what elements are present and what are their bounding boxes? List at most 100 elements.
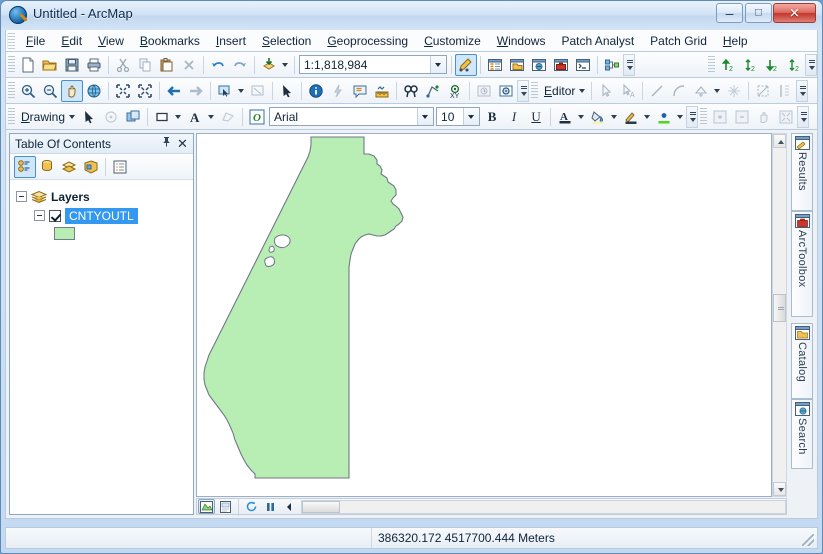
standard-toolbar-overflow[interactable] [623, 54, 635, 76]
arrow-up-green-icon[interactable]: 2 [717, 54, 739, 76]
identify-icon[interactable] [305, 80, 327, 102]
underline-button[interactable]: U [525, 106, 547, 128]
full-extent-icon[interactable] [83, 80, 105, 102]
menu-windows[interactable]: Windows [489, 32, 554, 50]
arrow-split-green-icon[interactable]: 2 [739, 54, 761, 76]
new-text-dropdown[interactable] [206, 107, 217, 127]
zoom-whole-page-icon[interactable] [775, 106, 797, 128]
marker-color-dropdown[interactable] [675, 107, 686, 127]
clear-selection-icon[interactable] [247, 80, 269, 102]
arrow-down-green-icon[interactable]: 2 [761, 54, 783, 76]
menu-patch-analyst[interactable]: Patch Analyst [553, 32, 642, 50]
create-viewer-window-icon[interactable] [495, 80, 517, 102]
list-by-visibility-icon[interactable] [58, 156, 80, 178]
drawing-toolbar-overflow[interactable] [686, 106, 698, 128]
docked-tab-catalog[interactable]: Catalog [791, 323, 813, 399]
undo-icon[interactable] [207, 54, 229, 76]
split-icon[interactable] [774, 80, 796, 102]
select-elements-icon[interactable] [276, 80, 298, 102]
patch-toolbar-grip[interactable] [708, 56, 715, 74]
resize-grip[interactable] [802, 534, 814, 546]
forward-extent-icon[interactable] [185, 80, 207, 102]
new-map-icon[interactable] [17, 54, 39, 76]
edit-annotation-icon[interactable]: A [617, 80, 639, 102]
editor-toolbar-overflow[interactable] [796, 80, 808, 102]
menu-customize[interactable]: Customize [416, 32, 489, 50]
page-toolbar-overflow[interactable] [797, 106, 809, 128]
print-icon[interactable] [83, 54, 105, 76]
time-slider-icon[interactable] [473, 80, 495, 102]
tools-toolbar-overflow[interactable] [517, 80, 529, 102]
expand-collapse-icon[interactable] [34, 210, 45, 221]
tree-node-layers[interactable]: Layers [16, 188, 193, 205]
toc-options-icon[interactable] [109, 156, 131, 178]
font-color-icon[interactable]: A [554, 106, 576, 128]
maximize-button[interactable]: □ [745, 3, 772, 23]
menu-insert[interactable]: Insert [208, 32, 254, 50]
menu-selection[interactable]: Selection [254, 32, 319, 50]
close-button[interactable]: ✕ [773, 3, 816, 23]
scroll-up-icon[interactable] [773, 134, 786, 148]
map-scale-dropdown-icon[interactable] [430, 56, 446, 73]
layout-view-icon[interactable] [217, 499, 234, 514]
zoom-in-page-icon[interactable] [709, 106, 731, 128]
zoom-in-icon[interactable] [17, 80, 39, 102]
select-elements-icon[interactable] [78, 106, 100, 128]
model-builder-icon[interactable] [601, 54, 623, 76]
bold-button[interactable]: B [481, 106, 503, 128]
font-color-dropdown[interactable] [576, 107, 587, 127]
layer-visibility-checkbox[interactable] [49, 210, 61, 222]
find-route-icon[interactable] [422, 80, 444, 102]
pin-icon[interactable] [159, 136, 174, 151]
pan-page-icon[interactable] [753, 106, 775, 128]
fixed-zoom-out-icon[interactable] [134, 80, 156, 102]
horizontal-scroll-thumb[interactable] [302, 501, 340, 513]
minimize-button[interactable]: – [716, 3, 743, 23]
tree-node-layer[interactable]: CNTYOUTL [16, 207, 193, 224]
font-family-dropdown-icon[interactable] [417, 108, 433, 125]
docked-tab-arctoolbox[interactable]: ArcToolbox [791, 211, 813, 317]
list-by-selection-icon[interactable] [80, 156, 102, 178]
add-data-dropdown[interactable] [280, 55, 291, 75]
select-features-dropdown[interactable] [236, 81, 247, 101]
pan-icon[interactable] [61, 80, 83, 102]
map-vertical-scrollbar[interactable] [772, 133, 787, 497]
editor-menu-dropdown[interactable] [577, 81, 588, 101]
docked-tab-search[interactable]: Search [791, 399, 813, 469]
pause-drawing-icon[interactable] [262, 499, 279, 514]
editor-toolbar-icon[interactable] [455, 54, 477, 76]
edit-tool-icon[interactable] [595, 80, 617, 102]
menu-edit[interactable]: Edit [53, 32, 90, 50]
find-icon[interactable] [400, 80, 422, 102]
vertical-scroll-thumb[interactable] [773, 294, 786, 322]
fill-color-icon[interactable] [587, 106, 609, 128]
go-to-xy-icon[interactable]: XY [444, 80, 466, 102]
table-of-contents-icon[interactable] [484, 54, 506, 76]
edit-vertices-icon[interactable] [217, 106, 239, 128]
marker-color-icon[interactable] [653, 106, 675, 128]
new-shape-dropdown[interactable] [173, 107, 184, 127]
arc-segment-icon[interactable] [668, 80, 690, 102]
menu-help[interactable]: Help [715, 32, 756, 50]
trace-icon[interactable] [752, 80, 774, 102]
back-extent-icon[interactable] [163, 80, 185, 102]
editor-menu-label[interactable]: Editor [540, 84, 577, 98]
vertices-icon[interactable] [723, 80, 745, 102]
save-icon[interactable] [61, 54, 83, 76]
hyperlink-icon[interactable] [327, 80, 349, 102]
menu-view[interactable]: View [90, 32, 132, 50]
font-family-combo[interactable]: Arial [269, 107, 434, 126]
expand-collapse-icon[interactable] [16, 191, 27, 202]
copy-icon[interactable] [134, 54, 156, 76]
drawing-menu-dropdown[interactable] [67, 107, 78, 127]
editor-toolbar-grip[interactable] [531, 82, 538, 100]
layer-symbol-swatch[interactable] [54, 227, 75, 240]
page-toolbar-grip[interactable] [700, 108, 707, 126]
line-color-icon[interactable] [620, 106, 642, 128]
menu-file[interactable]: File [18, 32, 53, 50]
docked-tab-results[interactable]: Results [791, 133, 813, 211]
draw-order-icon[interactable] [122, 106, 144, 128]
menu-bookmarks[interactable]: Bookmarks [132, 32, 208, 50]
zoom-out-page-icon[interactable] [731, 106, 753, 128]
fill-color-dropdown[interactable] [609, 107, 620, 127]
